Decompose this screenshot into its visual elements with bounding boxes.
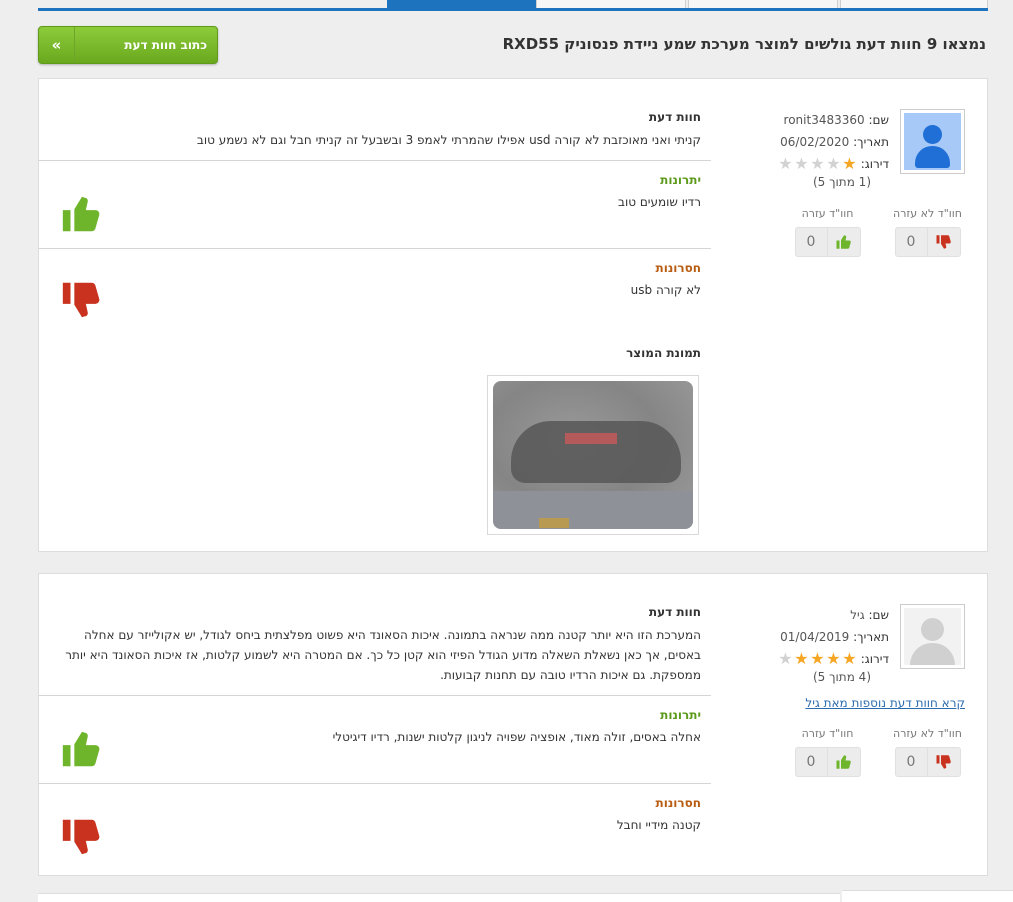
opinion-section: חוות דעת קניתי ואני מאוכזבת לא קורה usd … <box>39 79 711 161</box>
cons-text: קטנה מידיי וחבל <box>616 818 701 832</box>
top-tab-bar <box>38 0 988 12</box>
reviewer-meta: שם: גיל תאריך: 01/04/2019 דירוג: ★ ★ ★ ★ ★ (… <box>749 604 889 684</box>
more-reviews-link[interactable]: קרא חוות דעת נוספות מאת גיל <box>805 696 965 710</box>
opinion-text: קניתי ואני מאוכזבת לא קורה usd אפילו שהמ… <box>196 133 701 147</box>
date-label: תאריך: <box>853 135 889 149</box>
star-rating: ★ ★ ★ ★ ★ <box>777 648 857 670</box>
name-label: שם: <box>868 608 889 622</box>
cons-text: לא קורה usb <box>630 283 701 297</box>
rating-text: (1 מתוך 5) <box>812 175 871 189</box>
write-review-button[interactable]: « כתוב חוות דעת <box>38 26 218 64</box>
not-helpful-caption: חוו"ד לא עזרה <box>893 207 962 220</box>
not-helpful-button[interactable]: 0 <box>894 227 961 257</box>
opinion-title: חוות דעת <box>648 110 701 124</box>
pros-text: רדיו שומעים טוב <box>618 195 701 209</box>
user-avatar-icon <box>900 109 965 174</box>
helpful-vote: חוו"ד עזרה 0 <box>790 727 865 777</box>
rating-label: דירוג: <box>860 157 889 171</box>
cons-title: חסרונות <box>655 261 702 275</box>
star-icon: ★ <box>810 649 824 668</box>
star-rating: ★ ★ ★ ★ ★ <box>777 153 857 175</box>
helpful-button[interactable]: 0 <box>794 747 861 777</box>
thumbs-down-icon <box>59 814 105 864</box>
pros-title: יתרונות <box>660 708 701 722</box>
thumbs-down-icon <box>59 277 105 327</box>
helpful-caption: חוו"ד עזרה <box>801 727 854 740</box>
opinion-section: חוות דעת המערכת הזו היא יותר קטנה ממה שנ… <box>39 574 711 696</box>
reviewer-name: גיל <box>850 608 865 622</box>
thumbs-up-icon <box>59 191 105 241</box>
reviewer-name: ronit3483360 <box>783 113 865 127</box>
opinion-title: חוות דעת <box>648 605 701 619</box>
star-icon: ★ <box>794 649 808 668</box>
review-card: שם: גיל תאריך: 01/04/2019 דירוג: ★ ★ ★ ★ ★ (… <box>38 573 988 876</box>
date-label: תאריך: <box>853 630 889 644</box>
star-icon: ★ <box>826 649 840 668</box>
not-helpful-count: 0 <box>896 228 928 256</box>
cons-section: חסרונות לא קורה usb <box>39 249 711 329</box>
rating-label: דירוג: <box>860 652 889 666</box>
helpful-button[interactable]: 0 <box>794 227 861 257</box>
star-icon: ★ <box>826 154 840 173</box>
review-date: 01/04/2019 <box>780 630 850 644</box>
pros-text: אחלה באסים, זולה מאוד, אופציה שפויה לניג… <box>332 730 701 744</box>
thumbs-up-icon <box>59 726 105 776</box>
reviewer-meta: שם: ronit3483360 תאריך: 06/02/2020 דירוג… <box>749 109 889 189</box>
cons-section: חסרונות קטנה מידיי וחבל <box>39 784 711 874</box>
star-icon: ★ <box>842 649 856 668</box>
thumbs-down-icon <box>928 748 960 776</box>
not-helpful-caption: חוו"ד לא עזרה <box>893 727 962 740</box>
product-image[interactable] <box>487 375 699 535</box>
name-label: שם: <box>868 113 889 127</box>
helpful-vote: חוו"ד עזרה 0 <box>790 207 865 257</box>
pros-section: יתרונות רדיו שומעים טוב <box>39 161 711 249</box>
not-helpful-button[interactable]: 0 <box>894 747 961 777</box>
user-avatar-icon <box>900 604 965 669</box>
reviewer-info: שם: גיל תאריך: 01/04/2019 דירוג: ★ ★ ★ ★ ★ (… <box>765 604 965 824</box>
helpful-caption: חוו"ד עזרה <box>801 207 854 220</box>
not-helpful-count: 0 <box>896 748 928 776</box>
opinion-text: המערכת הזו היא יותר קטנה ממה שנראה בתמונ… <box>65 628 701 682</box>
tab-underline <box>38 8 988 11</box>
review-date: 06/02/2020 <box>780 135 850 149</box>
star-icon: ★ <box>810 154 824 173</box>
star-icon: ★ <box>794 154 808 173</box>
not-helpful-vote: חוו"ד לא עזרה 0 <box>890 727 965 777</box>
reviewer-info: שם: ronit3483360 תאריך: 06/02/2020 דירוג… <box>765 109 965 329</box>
rating-text: (4 מתוך 5) <box>812 670 871 684</box>
helpful-count: 0 <box>796 748 828 776</box>
double-chevron-icon: « <box>39 27 75 63</box>
pros-title: יתרונות <box>660 173 701 187</box>
star-icon: ★ <box>778 154 792 173</box>
star-icon: ★ <box>778 649 792 668</box>
pros-section: יתרונות אחלה באסים, זולה מאוד, אופציה שפ… <box>39 696 711 784</box>
write-review-label: כתוב חוות דעת <box>124 38 207 52</box>
thumbs-down-icon <box>928 228 960 256</box>
thumbs-up-icon <box>828 748 860 776</box>
review-card: שם: ronit3483360 תאריך: 06/02/2020 דירוג… <box>38 78 988 552</box>
product-image-title: תמונת המוצר <box>626 346 701 360</box>
next-review-card-edge <box>38 893 840 902</box>
cons-title: חסרונות <box>655 796 702 810</box>
not-helpful-vote: חוו"ד לא עזרה 0 <box>890 207 965 257</box>
helpful-count: 0 <box>796 228 828 256</box>
page-title: נמצאו 9 חוות דעת גולשים למוצר מערכת שמע … <box>502 35 986 53</box>
thumbs-up-icon <box>828 228 860 256</box>
page-edge <box>842 890 1013 902</box>
star-icon: ★ <box>842 154 856 173</box>
reviews-header: « כתוב חוות דעת נמצאו 9 חוות דעת גולשים … <box>38 26 988 66</box>
